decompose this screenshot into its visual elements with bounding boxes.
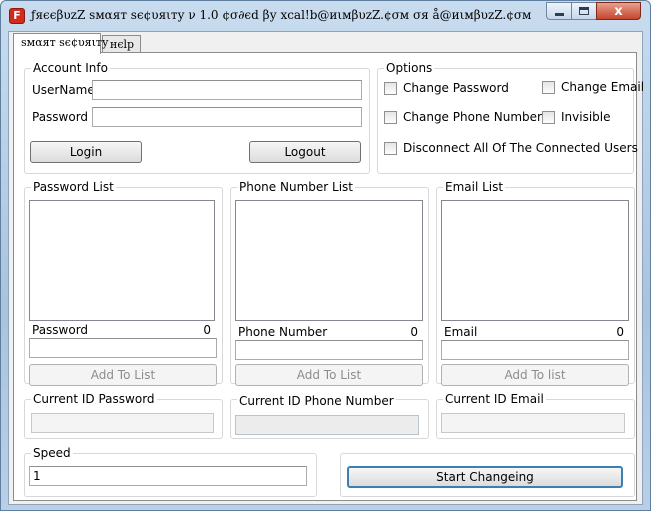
close-button[interactable]: x bbox=[596, 2, 641, 20]
checkbox-box[interactable] bbox=[384, 81, 397, 95]
change-email-checkbox[interactable]: Change Email bbox=[542, 80, 644, 94]
start-changing-button[interactable]: Start Changeing bbox=[347, 466, 623, 488]
password-entry-input[interactable] bbox=[29, 338, 217, 358]
username-input[interactable] bbox=[92, 80, 362, 100]
email-entry-label: Email bbox=[444, 325, 478, 339]
checkbox-box[interactable] bbox=[384, 110, 397, 124]
invisible-label: Invisible bbox=[561, 110, 611, 124]
phone-count: 0 bbox=[410, 325, 418, 339]
email-list-group: Email List Email 0 Add To list bbox=[436, 180, 635, 386]
username-label: UserName bbox=[32, 83, 95, 97]
current-email-label: Current ID Email bbox=[443, 392, 546, 406]
add-password-button[interactable]: Add To List bbox=[29, 364, 217, 386]
title-bar[interactable]: F ƒяєєβυzZ ѕмαят ѕє¢υяιту ν 1.0 ¢σ∂єd βу… bbox=[1, 1, 650, 30]
tab-page: Account Info UserName Password Login Log… bbox=[13, 52, 644, 501]
email-list-legend: Email List bbox=[443, 180, 506, 194]
password-list-group: Password List Password 0 Add To List bbox=[24, 180, 223, 386]
current-email-field[interactable] bbox=[441, 413, 625, 433]
maximize-button[interactable] bbox=[571, 2, 597, 20]
account-info-legend: Account Info bbox=[31, 61, 110, 75]
password-list-legend: Password List bbox=[31, 180, 116, 194]
current-password-group: Current ID Password bbox=[24, 392, 223, 439]
client-area: ѕмαят ѕє¢υяιту нєlp Account Info UserNam… bbox=[8, 31, 644, 505]
change-email-label: Change Email bbox=[561, 80, 645, 94]
login-button[interactable]: Login bbox=[30, 141, 142, 163]
logout-button[interactable]: Logout bbox=[249, 141, 361, 163]
phone-entry-input[interactable] bbox=[235, 340, 423, 360]
phone-listbox[interactable] bbox=[235, 200, 423, 321]
current-password-field[interactable] bbox=[31, 413, 214, 433]
current-phone-label: Current ID Phone Number bbox=[237, 394, 396, 408]
invisible-checkbox[interactable]: Invisible bbox=[542, 110, 611, 124]
main-window: F ƒяєєβυzZ ѕмαят ѕє¢υяιту ν 1.0 ¢σ∂єd βу… bbox=[0, 0, 651, 511]
password-listbox[interactable] bbox=[29, 200, 215, 321]
email-count: 0 bbox=[616, 325, 624, 339]
change-phone-label: Change Phone Number bbox=[403, 110, 542, 124]
checkbox-box[interactable] bbox=[542, 110, 555, 124]
password-input[interactable] bbox=[92, 107, 362, 127]
account-info-group: Account Info UserName Password Login Log… bbox=[24, 61, 370, 174]
app-icon: F bbox=[9, 8, 25, 24]
speed-group: Speed bbox=[24, 446, 317, 497]
options-group: Options Change Password Change Email Cha… bbox=[377, 61, 644, 174]
disconnect-all-label: Disconnect All Of The Connected Users bbox=[403, 141, 638, 155]
options-legend: Options bbox=[384, 61, 435, 75]
minimize-icon bbox=[554, 12, 564, 16]
add-phone-button[interactable]: Add To List bbox=[235, 364, 423, 386]
change-password-label: Change Password bbox=[403, 81, 509, 95]
speed-legend: Speed bbox=[31, 446, 73, 460]
close-icon: x bbox=[614, 3, 623, 19]
current-phone-field[interactable] bbox=[235, 415, 419, 435]
current-email-group: Current ID Email bbox=[436, 392, 635, 439]
password-count: 0 bbox=[203, 323, 211, 337]
phone-list-legend: Phone Number List bbox=[237, 180, 355, 194]
minimize-button[interactable] bbox=[546, 2, 572, 20]
email-entry-input[interactable] bbox=[441, 340, 629, 360]
password-entry-label: Password bbox=[32, 323, 89, 337]
window-title: ƒяєєβυzZ ѕмαят ѕє¢υяιту ν 1.0 ¢σ∂єd βу x… bbox=[31, 8, 532, 22]
maximize-icon bbox=[579, 7, 589, 15]
password-label: Password bbox=[32, 110, 89, 124]
email-listbox[interactable] bbox=[441, 200, 629, 321]
current-phone-group: Current ID Phone Number bbox=[230, 394, 429, 439]
tab-smart-security[interactable]: ѕмαят ѕє¢υяιту bbox=[13, 33, 108, 54]
current-password-label: Current ID Password bbox=[31, 392, 157, 406]
disconnect-all-checkbox[interactable]: Disconnect All Of The Connected Users bbox=[384, 141, 638, 155]
checkbox-box[interactable] bbox=[542, 80, 555, 94]
add-email-button[interactable]: Add To list bbox=[441, 364, 629, 386]
phone-list-group: Phone Number List Phone Number 0 Add To … bbox=[230, 180, 429, 386]
change-password-checkbox[interactable]: Change Password bbox=[384, 81, 509, 95]
phone-entry-label: Phone Number bbox=[238, 325, 328, 339]
start-group: Start Changeing bbox=[340, 453, 635, 497]
speed-input[interactable] bbox=[29, 466, 307, 486]
change-phone-checkbox[interactable]: Change Phone Number bbox=[384, 110, 542, 124]
checkbox-box[interactable] bbox=[384, 141, 397, 155]
